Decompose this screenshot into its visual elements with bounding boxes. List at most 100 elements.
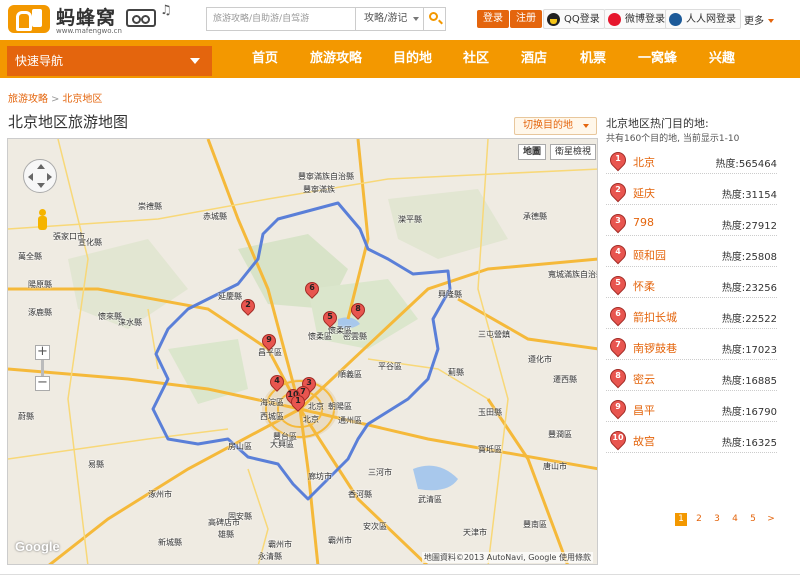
heat-value: 565464 xyxy=(738,159,777,170)
nav-interests[interactable]: 兴趣 xyxy=(709,40,735,78)
destination-name[interactable]: 昌平 xyxy=(633,402,655,418)
rank-number: 8 xyxy=(615,371,621,380)
pan-left-icon[interactable] xyxy=(28,173,33,181)
map-place-label: 高碑店市 xyxy=(208,518,240,527)
destination-heat: 热度:25808 xyxy=(722,248,777,263)
nav-hotels[interactable]: 酒店 xyxy=(521,40,547,78)
destination-row[interactable]: 5 怀柔 热度:23256 xyxy=(606,272,777,298)
switch-destination-button[interactable]: 切换目的地 xyxy=(514,117,597,135)
renren-login-button[interactable]: 人人网登录 xyxy=(665,9,741,29)
destination-name[interactable]: 密云 xyxy=(633,371,655,387)
top-bar: 蚂蜂窝 www.mafengwo.cn ♫ 攻略/游记 登录 注册 QQ登录 微… xyxy=(0,0,800,40)
highways xyxy=(8,139,597,564)
heat-label: 热度: xyxy=(715,159,739,170)
map-place-label: 武清區 xyxy=(418,495,442,504)
map-marker-8[interactable]: 8 xyxy=(348,300,368,325)
search-type-select[interactable]: 攻略/游记 xyxy=(355,8,425,30)
destination-row[interactable]: 2 延庆 热度:31154 xyxy=(606,179,777,205)
map-marker-number: 1 xyxy=(295,396,301,405)
destination-row[interactable]: 3 798 热度:27912 xyxy=(606,210,777,236)
heat-value: 16885 xyxy=(745,376,777,387)
heat-label: 热度: xyxy=(721,283,746,294)
map-marker-1[interactable]: 1 xyxy=(288,392,308,417)
sidebar-subtitle: 共有160个目的地, 当前显示1-10 xyxy=(606,134,740,144)
map-place-label: 房山區 xyxy=(228,442,252,451)
destination-name[interactable]: 怀柔 xyxy=(633,278,655,294)
search-input[interactable] xyxy=(207,8,355,30)
destination-row[interactable]: 1 北京 热度:565464 xyxy=(606,148,777,174)
weibo-login-button[interactable]: 微博登录 xyxy=(604,9,670,29)
map-marker-9[interactable]: 9 xyxy=(259,331,279,356)
nav-guides[interactable]: 旅游攻略 xyxy=(310,40,362,78)
destination-name[interactable]: 延庆 xyxy=(633,185,655,201)
street-view-pegman-icon[interactable] xyxy=(35,209,49,233)
map-place-label: 崇禮縣 xyxy=(138,202,162,211)
map-place-label: 雄縣 xyxy=(218,530,234,539)
map-type-satellite-button[interactable]: 衛星檢視 xyxy=(550,144,597,160)
rank-number: 9 xyxy=(615,402,621,411)
map-marker-5[interactable]: 5 xyxy=(320,308,340,333)
page-5[interactable]: 5 xyxy=(747,513,759,526)
map-marker-number: 6 xyxy=(309,283,315,292)
rank-number: 4 xyxy=(615,247,621,256)
heat-label: 热度: xyxy=(721,407,746,418)
weibo-login-label: 微博登录 xyxy=(625,14,665,25)
pegman-head xyxy=(39,209,46,216)
destination-row[interactable]: 4 颐和园 热度:25808 xyxy=(606,241,777,267)
destination-row[interactable]: 9 昌平 热度:16790 xyxy=(606,396,777,422)
destination-row[interactable]: 10 故宫 热度:16325 xyxy=(606,427,777,453)
pan-control[interactable] xyxy=(23,159,57,193)
destination-row[interactable]: 7 南锣鼓巷 热度:17023 xyxy=(606,334,777,360)
destination-name[interactable]: 箭扣长城 xyxy=(633,309,677,325)
quick-nav-dropdown[interactable]: 快速导航 xyxy=(7,46,212,76)
map-marker-number: 5 xyxy=(327,312,333,321)
nav-flights[interactable]: 机票 xyxy=(580,40,606,78)
page-2[interactable]: 2 xyxy=(693,513,705,526)
site-logo[interactable]: 蚂蜂窝 www.mafengwo.cn ♫ xyxy=(8,3,172,37)
register-button[interactable]: 注册 xyxy=(510,10,542,28)
destination-name[interactable]: 故宫 xyxy=(633,433,655,449)
nav-home[interactable]: 首页 xyxy=(252,40,278,78)
breadcrumb-guides[interactable]: 旅游攻略 xyxy=(8,94,48,105)
login-button[interactable]: 登录 xyxy=(477,10,509,28)
map-marker-2[interactable]: 2 xyxy=(238,296,258,321)
page-3[interactable]: 3 xyxy=(711,513,723,526)
page-4[interactable]: 4 xyxy=(729,513,741,526)
destination-name[interactable]: 798 xyxy=(633,216,654,229)
page-next[interactable]: > xyxy=(765,513,777,526)
renren-login-label: 人人网登录 xyxy=(686,14,736,25)
map-place-label: 永清縣 xyxy=(258,552,282,561)
rank-number: 3 xyxy=(615,216,621,225)
pan-right-icon[interactable] xyxy=(47,173,52,181)
destination-name[interactable]: 北京 xyxy=(633,154,655,170)
map-canvas[interactable]: 豐寧滿族自治縣 崇禮縣 赤城縣 張家口市 萬全縣 延慶縣 懷柔區 密雲縣 昌平區 順義區 平谷區 海淀… xyxy=(7,138,598,565)
nav-community[interactable]: 社区 xyxy=(463,40,489,78)
map-type-map-button[interactable]: 地圖 xyxy=(518,144,547,160)
heat-label: 热度: xyxy=(721,190,746,201)
chevron-down-icon xyxy=(190,58,200,64)
page-1[interactable]: 1 xyxy=(675,513,687,526)
nav-destinations[interactable]: 目的地 xyxy=(393,40,432,78)
cassette-icon xyxy=(126,9,156,27)
map-marker-4[interactable]: 4 xyxy=(267,372,287,397)
destination-heat: 热度:565464 xyxy=(715,155,777,170)
zoom-out-button[interactable]: − xyxy=(35,376,50,391)
pan-up-icon[interactable] xyxy=(37,164,45,169)
qq-login-button[interactable]: QQ登录 xyxy=(543,9,605,29)
zoom-in-button[interactable]: + xyxy=(35,345,50,360)
map-attribution[interactable]: 地圖資料©2013 AutoNavi, Google 使用條款 xyxy=(421,552,593,563)
secondary-roads xyxy=(8,139,597,564)
search-button[interactable] xyxy=(423,8,445,30)
destination-row[interactable]: 8 密云 热度:16885 xyxy=(606,365,777,391)
destination-name[interactable]: 南锣鼓巷 xyxy=(633,340,677,356)
map-base-layer xyxy=(8,139,597,564)
nav-yiwofeng[interactable]: 一窝蜂 xyxy=(638,40,677,78)
rank-number: 2 xyxy=(615,185,621,194)
destination-name[interactable]: 颐和园 xyxy=(633,247,666,263)
map-marker-6[interactable]: 6 xyxy=(302,279,322,304)
more-menu[interactable]: 更多 xyxy=(744,12,774,27)
main-nav: 快速导航 首页 旅游攻略 目的地 社区 酒店 机票 一窝蜂 兴趣 xyxy=(0,40,800,78)
breadcrumb-region[interactable]: 北京地区 xyxy=(62,94,102,105)
pan-down-icon[interactable] xyxy=(37,183,45,188)
destination-row[interactable]: 6 箭扣长城 热度:22522 xyxy=(606,303,777,329)
